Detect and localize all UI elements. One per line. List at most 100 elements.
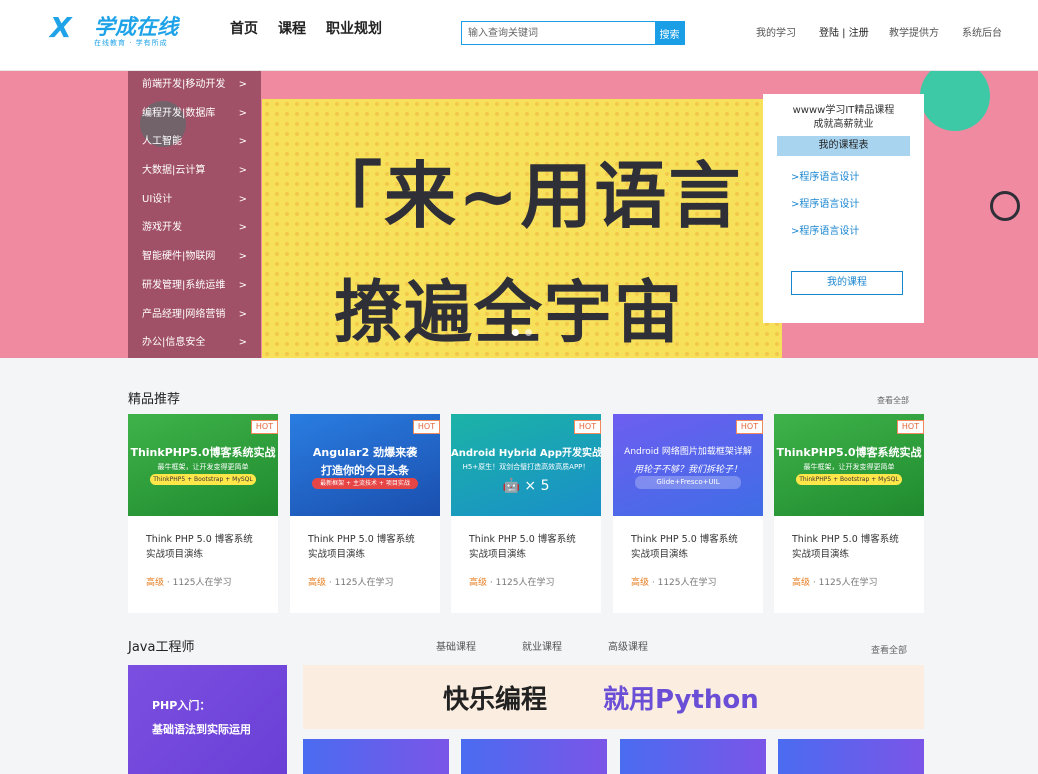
- teaching-provider-link[interactable]: 教学提供方: [889, 24, 939, 39]
- course-card-preview[interactable]: [620, 739, 766, 774]
- thumb-tag: ThinkPHP5 + Bootstrap + MySQL: [150, 474, 256, 485]
- course-card[interactable]: HOT Angular2 劲爆来袭 打造你的今日头条 最新框架 + 主流技术 +…: [290, 414, 440, 613]
- banner-poster: 「来~用语言 撩遍全宇宙: [262, 99, 782, 358]
- category-label: 智能硬件|物联网: [142, 251, 216, 263]
- chevron-right-icon: >: [238, 251, 247, 263]
- tab-basic[interactable]: 基础课程: [436, 638, 476, 653]
- search-input[interactable]: [462, 22, 655, 44]
- tab-employment[interactable]: 就业课程: [522, 638, 562, 653]
- chevron-right-icon: >: [238, 222, 247, 234]
- carousel-dot[interactable]: [525, 329, 532, 336]
- category-label: 人工智能: [142, 136, 182, 148]
- category-item[interactable]: 办公|信息安全 >: [128, 329, 261, 358]
- course-card[interactable]: HOT ThinkPHP5.0博客系统实战 最牛框架，让开发变得更简单 Thin…: [774, 414, 924, 613]
- category-item[interactable]: 大数据|云计算 >: [128, 157, 261, 186]
- hot-badge: HOT: [574, 420, 601, 434]
- course-thumbnail: HOT ThinkPHP5.0博客系统实战 最牛框架，让开发变得更简单 Thin…: [774, 414, 924, 516]
- java-tabs: 基础课程 就业课程 高级课程: [436, 638, 694, 653]
- category-label: 游戏开发: [142, 222, 182, 234]
- decor-circle-icon: [920, 71, 990, 131]
- course-students: · 1125人在学习: [649, 578, 717, 588]
- banner-headline-2: 撩遍全宇宙: [334, 274, 685, 353]
- course-name: Think PHP 5.0 博客系统实战项目演练: [631, 534, 738, 560]
- chevron-right-icon: >: [238, 136, 247, 148]
- course-name: Think PHP 5.0 博客系统实战项目演练: [308, 534, 415, 560]
- course-card[interactable]: HOT ThinkPHP5.0博客系统实战 最牛框架，让开发变得更简单 Thin…: [128, 414, 278, 613]
- hot-badge: HOT: [413, 420, 440, 434]
- hot-badge: HOT: [897, 420, 924, 434]
- course-meta: 高级 · 1125人在学习: [792, 575, 878, 588]
- course-thumbnail: HOT ThinkPHP5.0博客系统实战 最牛框架，让开发变得更简单 Thin…: [128, 414, 278, 516]
- page: X 学成在线 在线教育 · 学有所成 首页 课程 职业规划 搜索 我的学习 登陆…: [0, 0, 1038, 774]
- search-button[interactable]: 搜索: [655, 22, 684, 44]
- category-menu: 前端开发|移动开发 > 编程开发|数据库 > 人工智能 > 大数据|云计算 > UI设计…: [128, 71, 261, 358]
- thumb-title: ThinkPHP5.0博客系统实战: [130, 446, 276, 459]
- my-course-button[interactable]: 我的课程: [791, 271, 903, 295]
- course-thumbnail: HOT Angular2 劲爆来袭 打造你的今日头条 最新框架 + 主流技术 +…: [290, 414, 440, 516]
- category-item[interactable]: 编程开发|数据库 >: [128, 100, 261, 129]
- thumb-title: ThinkPHP5.0博客系统实战: [776, 446, 922, 459]
- thumb-subtitle: 打造你的今日头条: [321, 464, 409, 477]
- category-item[interactable]: 研发管理|系统运维 >: [128, 272, 261, 301]
- thumb-title: Android Hybrid App开发实战: [451, 448, 601, 459]
- carousel-dots: [512, 329, 532, 336]
- category-item[interactable]: 人工智能 >: [128, 128, 261, 157]
- course-card-preview[interactable]: [778, 739, 924, 774]
- course-name: Think PHP 5.0 博客系统实战项目演练: [792, 534, 899, 560]
- course-thumbnail: HOT Android Hybrid App开发实战 H5+原生！双剑合璧打造高…: [451, 414, 601, 516]
- course-name: Think PHP 5.0 博客系统实战项目演练: [469, 534, 576, 560]
- schedule-link[interactable]: >程序语言设计: [763, 195, 924, 210]
- hot-badge: HOT: [251, 420, 278, 434]
- schedule-link[interactable]: >程序语言设计: [763, 222, 924, 237]
- course-card-preview[interactable]: [303, 739, 449, 774]
- php-intro-card[interactable]: PHP入门： 基础语法到实际运用: [128, 665, 287, 774]
- category-label: 办公|信息安全: [142, 337, 206, 349]
- category-item[interactable]: 游戏开发 >: [128, 214, 261, 243]
- top-header: X 学成在线 在线教育 · 学有所成 首页 课程 职业规划 搜索 我的学习 登陆…: [0, 0, 1038, 71]
- schedule-link[interactable]: >程序语言设计: [763, 168, 924, 183]
- site-logo[interactable]: X 学成在线 在线教育 · 学有所成: [50, 12, 190, 48]
- course-meta: 高级 · 1125人在学习: [631, 575, 717, 588]
- thumb-tag: 最新框架 + 主流技术 + 项目实战: [312, 478, 418, 489]
- course-level: 高级: [308, 578, 327, 588]
- featured-view-all-link[interactable]: 查看全部: [877, 395, 909, 406]
- course-students: · 1125人在学习: [810, 578, 878, 588]
- chevron-right-icon: >: [238, 79, 247, 90]
- course-meta: 高级 · 1125人在学习: [469, 575, 555, 588]
- category-item[interactable]: 产品经理|网络营销 >: [128, 301, 261, 330]
- course-card-preview[interactable]: [461, 739, 607, 774]
- category-label: 产品经理|网络营销: [142, 308, 226, 320]
- course-meta: 高级 · 1125人在学习: [308, 575, 394, 588]
- php-card-line-2: 基础语法到实际运用: [152, 723, 251, 736]
- course-level: 高级: [469, 578, 488, 588]
- tab-advanced[interactable]: 高级课程: [608, 638, 648, 653]
- nav-courses[interactable]: 课程: [278, 18, 306, 38]
- nav-career[interactable]: 职业规划: [326, 18, 382, 38]
- course-level: 高级: [792, 578, 811, 588]
- chevron-right-icon: >: [238, 279, 247, 291]
- course-meta: 高级 · 1125人在学习: [146, 575, 232, 588]
- course-card[interactable]: HOT Android Hybrid App开发实战 H5+原生！双剑合璧打造高…: [451, 414, 601, 613]
- carousel-dot[interactable]: [512, 329, 519, 336]
- nav-home[interactable]: 首页: [230, 18, 258, 38]
- java-view-all-link[interactable]: 查看全部: [871, 643, 907, 656]
- login-register-link[interactable]: 登陆 | 注册: [819, 24, 869, 39]
- my-study-link[interactable]: 我的学习: [756, 24, 796, 39]
- python-banner[interactable]: 快乐编程 就用Python: [303, 665, 924, 729]
- category-item[interactable]: 智能硬件|物联网 >: [128, 243, 261, 272]
- main-nav: 首页 课程 职业规划: [230, 18, 382, 38]
- user-side-card: wwww学习IT精品课程 成就高薪就业 我的课程表 >程序语言设计 >程序语言设…: [763, 94, 924, 323]
- course-students: · 1125人在学习: [164, 578, 232, 588]
- thumb-subtitle: H5+原生！双剑合璧打造高效高质APP！: [462, 463, 590, 471]
- java-section-title: Java工程师: [128, 640, 195, 655]
- thumb-tag: ThinkPHP5 + Bootstrap + MySQL: [796, 474, 902, 485]
- category-item[interactable]: UI设计 >: [128, 186, 261, 215]
- hero-banner[interactable]: 「来~用语言 撩遍全宇宙 前端开发|移动开发 > 编程开发|数据库 > 人工智能 > …: [0, 71, 1038, 358]
- category-item[interactable]: 前端开发|移动开发 >: [128, 71, 261, 100]
- course-thumbnail: HOT Android 网络图片加载框架详解 用轮子不够？我们拆轮子！ Glid…: [613, 414, 763, 516]
- admin-link[interactable]: 系统后台: [962, 24, 1002, 39]
- course-level: 高级: [146, 578, 165, 588]
- welcome-line-1: wwww学习IT精品课程: [792, 105, 895, 116]
- course-card[interactable]: HOT Android 网络图片加载框架详解 用轮子不够？我们拆轮子！ Glid…: [613, 414, 763, 613]
- my-schedule-header: 我的课程表: [777, 136, 910, 156]
